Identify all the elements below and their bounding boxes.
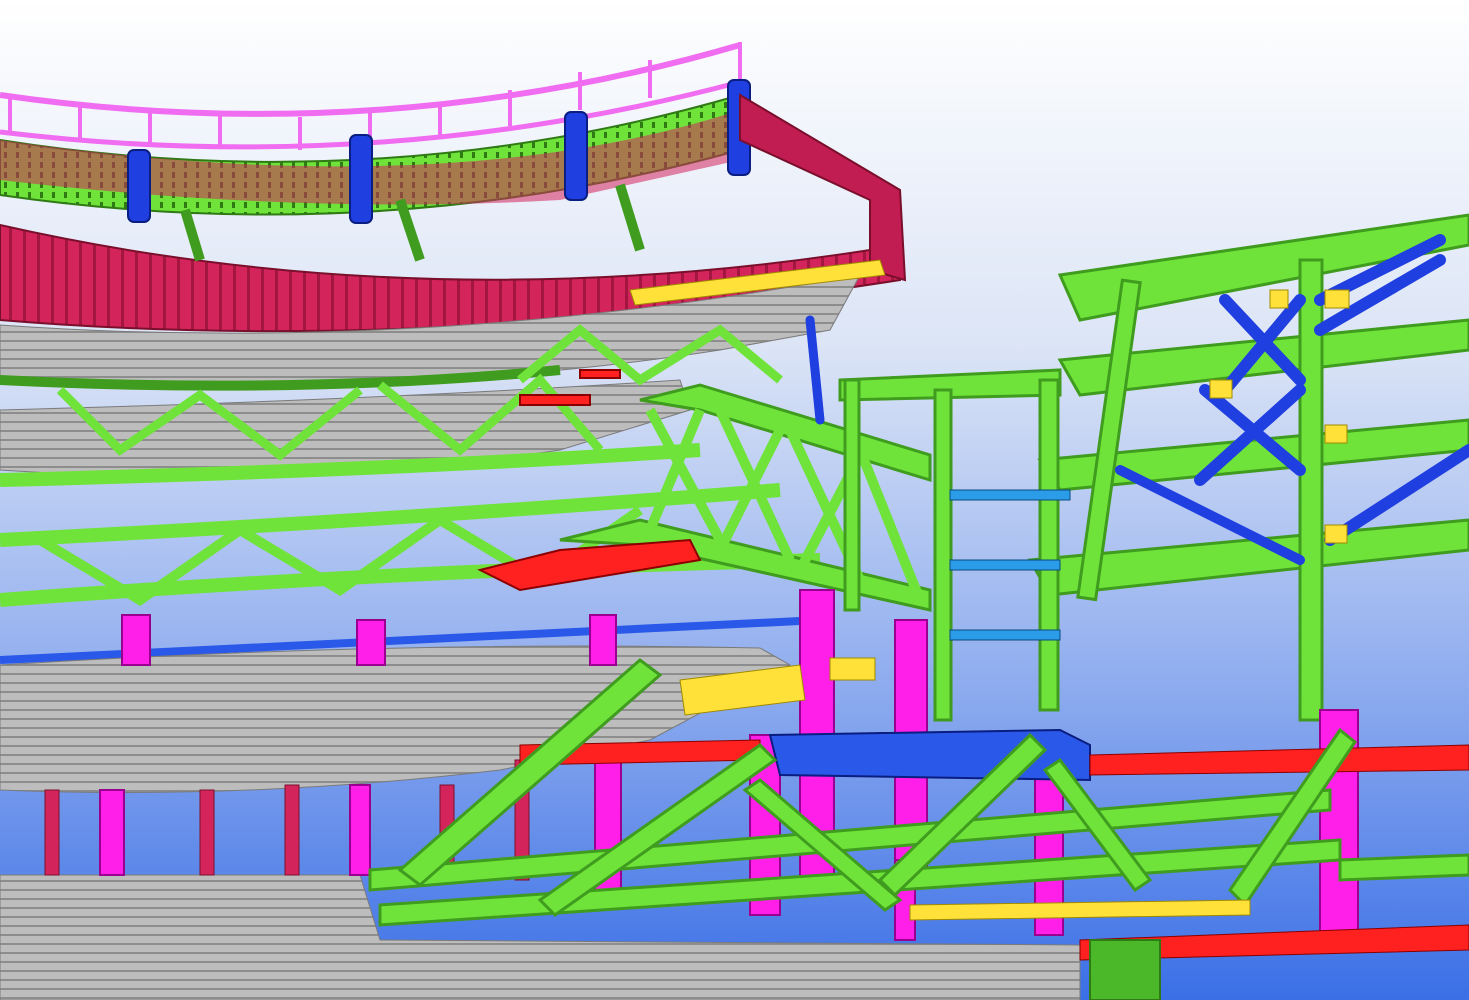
blue-floor-slab [768, 728, 1091, 782]
green-foundation-block [1089, 939, 1161, 1000]
steel-structure-model-view [0, 0, 1469, 1000]
